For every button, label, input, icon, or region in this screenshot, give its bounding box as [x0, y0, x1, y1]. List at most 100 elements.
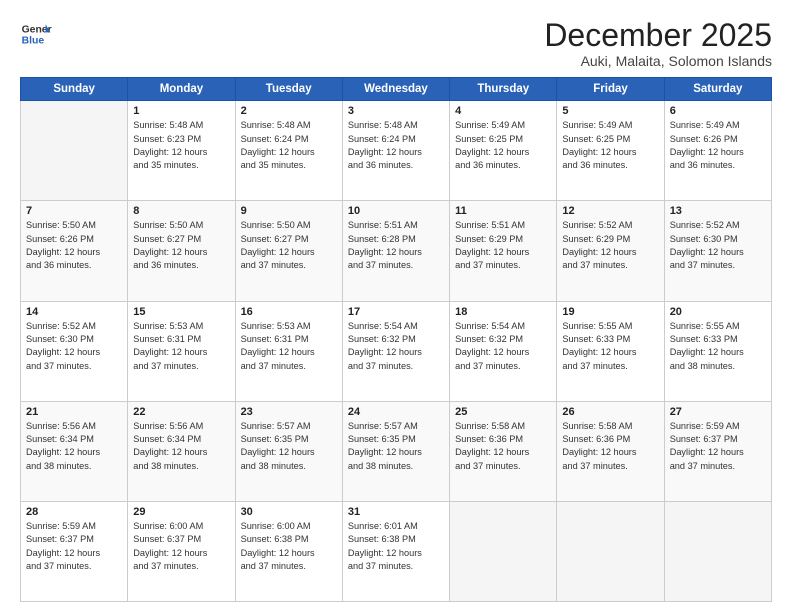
day-info: Sunrise: 5:49 AMSunset: 6:25 PMDaylight:… [562, 119, 658, 172]
day-number: 17 [348, 306, 444, 318]
table-row: 10 Sunrise: 5:51 AMSunset: 6:28 PMDayligh… [342, 201, 449, 301]
table-row: 4Sunrise: 5:49 AMSunset: 6:25 PMDaylight… [450, 101, 557, 201]
table-row: 8Sunrise: 5:50 AMSunset: 6:27 PMDaylight… [128, 201, 235, 301]
day-info: Sunrise: 5:52 AMSunset: 6:30 PMDaylight:… [670, 219, 766, 272]
table-row: 2Sunrise: 5:48 AMSunset: 6:24 PMDaylight… [235, 101, 342, 201]
day-number: 25 [455, 406, 551, 418]
day-info: Sunrise: 5:52 AMSunset: 6:29 PMDaylight:… [562, 219, 658, 272]
day-info: Sunrise: 5:55 AMSunset: 6:33 PMDaylight:… [670, 320, 766, 373]
col-tuesday: Tuesday [235, 78, 342, 101]
day-info: Sunrise: 5:53 AMSunset: 6:31 PMDaylight:… [133, 320, 229, 373]
day-number: 16 [241, 306, 337, 318]
table-row: 16 Sunrise: 5:53 AMSunset: 6:31 PMDayligh… [235, 301, 342, 401]
col-saturday: Saturday [664, 78, 771, 101]
day-info: Sunrise: 5:48 AMSunset: 6:24 PMDaylight:… [348, 119, 444, 172]
table-row: 31 Sunrise: 6:01 AMSunset: 6:38 PMDayligh… [342, 501, 449, 601]
calendar-week-5: 28 Sunrise: 5:59 AMSunset: 6:37 PMDayligh… [21, 501, 772, 601]
table-row: 21Sunrise: 5:56 AMSunset: 6:34 PMDayligh… [21, 401, 128, 501]
svg-text:Blue: Blue [22, 36, 45, 47]
calendar-header-row: Sunday Monday Tuesday Wednesday Thursday… [21, 78, 772, 101]
day-number: 15 [133, 306, 229, 318]
col-friday: Friday [557, 78, 664, 101]
day-info: Sunrise: 5:54 AMSunset: 6:32 PMDaylight:… [455, 320, 551, 373]
day-info: Sunrise: 5:56 AMSunset: 6:34 PMDaylight:… [133, 420, 229, 473]
day-info: Sunrise: 5:53 AMSunset: 6:31 PMDaylight:… [241, 320, 337, 373]
table-row: 3 Sunrise: 5:48 AMSunset: 6:24 PMDaylight… [342, 101, 449, 201]
day-number: 5 [562, 105, 658, 117]
day-number: 24 [348, 406, 444, 418]
day-info: Sunrise: 5:50 AMSunset: 6:26 PMDaylight:… [26, 219, 122, 272]
table-row: 24 Sunrise: 5:57 AMSunset: 6:35 PMDayligh… [342, 401, 449, 501]
day-number: 11 [455, 205, 551, 217]
logo-icon: General Blue [20, 18, 52, 50]
calendar-week-4: 21Sunrise: 5:56 AMSunset: 6:34 PMDayligh… [21, 401, 772, 501]
calendar-week-2: 7 Sunrise: 5:50 AMSunset: 6:26 PMDaylight… [21, 201, 772, 301]
table-row: 23 Sunrise: 5:57 AMSunset: 6:35 PMDayligh… [235, 401, 342, 501]
table-row [557, 501, 664, 601]
day-info: Sunrise: 5:57 AMSunset: 6:35 PMDaylight:… [241, 420, 337, 473]
table-row: 19 Sunrise: 5:55 AMSunset: 6:33 PMDayligh… [557, 301, 664, 401]
day-number: 18 [455, 306, 551, 318]
day-number: 28 [26, 506, 122, 518]
day-number: 23 [241, 406, 337, 418]
col-thursday: Thursday [450, 78, 557, 101]
table-row: 13 Sunrise: 5:52 AMSunset: 6:30 PMDayligh… [664, 201, 771, 301]
table-row: 17 Sunrise: 5:54 AMSunset: 6:32 PMDayligh… [342, 301, 449, 401]
title-block: December 2025 Auki, Malaita, Solomon Isl… [544, 18, 772, 69]
day-info: Sunrise: 5:51 AMSunset: 6:28 PMDaylight:… [348, 219, 444, 272]
day-number: 13 [670, 205, 766, 217]
day-info: Sunrise: 5:49 AMSunset: 6:26 PMDaylight:… [670, 119, 766, 172]
day-info: Sunrise: 5:55 AMSunset: 6:33 PMDaylight:… [562, 320, 658, 373]
day-info: Sunrise: 5:54 AMSunset: 6:32 PMDaylight:… [348, 320, 444, 373]
day-info: Sunrise: 5:58 AMSunset: 6:36 PMDaylight:… [562, 420, 658, 473]
subtitle: Auki, Malaita, Solomon Islands [544, 53, 772, 69]
day-info: Sunrise: 5:51 AMSunset: 6:29 PMDaylight:… [455, 219, 551, 272]
col-sunday: Sunday [21, 78, 128, 101]
calendar-week-1: 1Sunrise: 5:48 AMSunset: 6:23 PMDaylight… [21, 101, 772, 201]
day-info: Sunrise: 5:52 AMSunset: 6:30 PMDaylight:… [26, 320, 122, 373]
day-info: Sunrise: 6:00 AMSunset: 6:38 PMDaylight:… [241, 520, 337, 573]
table-row: 6 Sunrise: 5:49 AMSunset: 6:26 PMDaylight… [664, 101, 771, 201]
table-row: 20 Sunrise: 5:55 AMSunset: 6:33 PMDayligh… [664, 301, 771, 401]
day-number: 10 [348, 205, 444, 217]
day-number: 20 [670, 306, 766, 318]
day-number: 9 [241, 205, 337, 217]
day-number: 29 [133, 506, 229, 518]
table-row: 12Sunrise: 5:52 AMSunset: 6:29 PMDayligh… [557, 201, 664, 301]
table-row: 25Sunrise: 5:58 AMSunset: 6:36 PMDayligh… [450, 401, 557, 501]
main-title: December 2025 [544, 18, 772, 53]
page: General Blue December 2025 Auki, Malaita… [0, 0, 792, 612]
table-row: 28 Sunrise: 5:59 AMSunset: 6:37 PMDayligh… [21, 501, 128, 601]
table-row [21, 101, 128, 201]
table-row: 5 Sunrise: 5:49 AMSunset: 6:25 PMDaylight… [557, 101, 664, 201]
col-wednesday: Wednesday [342, 78, 449, 101]
calendar-week-3: 14 Sunrise: 5:52 AMSunset: 6:30 PMDayligh… [21, 301, 772, 401]
day-number: 6 [670, 105, 766, 117]
day-number: 14 [26, 306, 122, 318]
day-info: Sunrise: 6:00 AMSunset: 6:37 PMDaylight:… [133, 520, 229, 573]
table-row: 7 Sunrise: 5:50 AMSunset: 6:26 PMDaylight… [21, 201, 128, 301]
day-number: 7 [26, 205, 122, 217]
table-row: 9 Sunrise: 5:50 AMSunset: 6:27 PMDaylight… [235, 201, 342, 301]
day-info: Sunrise: 5:59 AMSunset: 6:37 PMDaylight:… [26, 520, 122, 573]
day-number: 1 [133, 105, 229, 117]
table-row: 27Sunrise: 5:59 AMSunset: 6:37 PMDayligh… [664, 401, 771, 501]
day-info: Sunrise: 5:57 AMSunset: 6:35 PMDaylight:… [348, 420, 444, 473]
day-number: 22 [133, 406, 229, 418]
table-row [664, 501, 771, 601]
col-monday: Monday [128, 78, 235, 101]
day-number: 2 [241, 105, 337, 117]
table-row: 29 Sunrise: 6:00 AMSunset: 6:37 PMDayligh… [128, 501, 235, 601]
day-number: 3 [348, 105, 444, 117]
day-number: 19 [562, 306, 658, 318]
day-number: 31 [348, 506, 444, 518]
day-number: 27 [670, 406, 766, 418]
day-info: Sunrise: 5:50 AMSunset: 6:27 PMDaylight:… [241, 219, 337, 272]
table-row: 22 Sunrise: 5:56 AMSunset: 6:34 PMDayligh… [128, 401, 235, 501]
table-row: 11 Sunrise: 5:51 AMSunset: 6:29 PMDayligh… [450, 201, 557, 301]
day-info: Sunrise: 6:01 AMSunset: 6:38 PMDaylight:… [348, 520, 444, 573]
table-row: 26Sunrise: 5:58 AMSunset: 6:36 PMDayligh… [557, 401, 664, 501]
calendar-table: Sunday Monday Tuesday Wednesday Thursday… [20, 77, 772, 602]
day-number: 8 [133, 205, 229, 217]
day-info: Sunrise: 5:49 AMSunset: 6:25 PMDaylight:… [455, 119, 551, 172]
